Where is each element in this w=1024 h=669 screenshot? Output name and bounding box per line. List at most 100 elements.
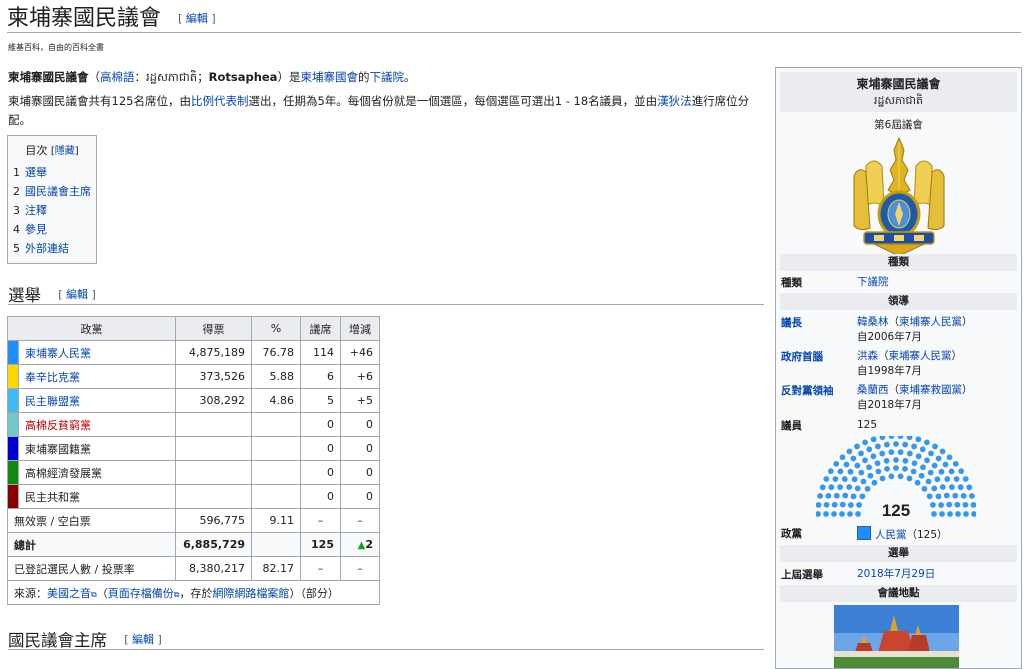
title-edit-section: [ 編輯 ] <box>178 12 216 25</box>
khmer-name: រដ្ឋសភាជាតិ <box>146 70 198 84</box>
party-cell: 高棉反貧窮黨 <box>18 412 176 437</box>
lower-house-link[interactable]: 下議院 <box>369 70 404 84</box>
registered-voters-row: 已登記選民人數 / 投票率 8,380,217 82.17 – – <box>7 556 380 581</box>
role-link[interactable]: 政府首腦 <box>781 349 823 364</box>
role-link[interactable]: 反對黨領袖 <box>781 383 834 398</box>
leader-link[interactable]: 桑蘭西 <box>857 384 889 396</box>
party-link[interactable]: 柬埔寨人民黨 <box>889 350 952 362</box>
seat-dot <box>867 472 874 479</box>
seat-dot <box>847 468 854 475</box>
seat-dot <box>888 436 895 440</box>
infobox-title: 柬埔寨國民議會 <box>856 77 941 91</box>
seat-dot <box>816 511 821 517</box>
title-divider <box>7 32 1021 33</box>
toc-link[interactable]: 國民議會主席 <box>25 185 91 198</box>
text: ）（部分） <box>289 586 339 600</box>
col-header-party: 政黨 <box>7 316 176 341</box>
seat-dot <box>923 439 930 446</box>
toc-item[interactable]: 2 國民議會主席 <box>13 182 96 201</box>
row-label: 已登記選民人數 / 投票率 <box>7 556 176 581</box>
party-link[interactable]: 柬埔寨人民黨 <box>25 347 91 360</box>
seat-dot <box>851 476 858 483</box>
change-cell: ▲2 <box>340 532 380 557</box>
seat-dot <box>948 484 955 490</box>
seat-dot <box>823 511 829 517</box>
last-election-link[interactable]: 2018年7月29日 <box>857 567 935 582</box>
toc-link[interactable]: 外部連結 <box>25 242 69 255</box>
seat-dot <box>833 492 840 499</box>
seat-dot <box>893 457 899 463</box>
voa-link[interactable]: 美國之音 <box>47 587 91 600</box>
seat-dot <box>930 502 936 508</box>
intro-paragraph-1: 柬埔寨國民議會（高棉語：រដ្ឋសភាជាតិ；Rotsaphea）是柬埔寨國會… <box>8 69 758 86</box>
leader-link[interactable]: 洪森 <box>857 350 878 362</box>
toc-number: 4 <box>13 223 20 236</box>
khmer-language-link[interactable]: 高棉語 <box>100 70 135 84</box>
edit-link[interactable]: 編輯 <box>66 288 88 301</box>
party-color-swatch <box>7 412 19 437</box>
toc-hide-link[interactable]: 隱藏 <box>55 146 75 157</box>
site-tagline: 維基百科，自由的百科全書 <box>8 43 104 52</box>
infobox-khmer-title: រដ្ឋសភាជាតិ <box>874 94 923 107</box>
seat-dot <box>935 455 942 462</box>
seat-dot <box>915 436 922 443</box>
party-color-swatch <box>7 340 19 365</box>
votes-cell: 373,526 <box>175 364 252 389</box>
toc-item[interactable]: 1 選舉 <box>13 163 96 182</box>
paren: （ <box>88 70 101 84</box>
toc-link[interactable]: 參見 <box>25 223 47 236</box>
seat-dot <box>948 468 955 475</box>
party-link-missing[interactable]: 高棉反貧窮黨 <box>25 419 91 432</box>
change-cell: 0 <box>340 412 380 437</box>
wayback-link[interactable]: 網際網路檔案館 <box>212 587 289 600</box>
proportional-representation-link[interactable]: 比例代表制 <box>191 94 249 108</box>
toc-item[interactable]: 4 參見 <box>13 220 96 239</box>
party-color-swatch <box>7 364 19 389</box>
dhondt-method-link[interactable]: 漢狄法 <box>657 94 692 108</box>
toc-number: 1 <box>13 166 20 179</box>
seat-dot <box>850 455 857 462</box>
toc-number: 2 <box>13 185 20 198</box>
parliament-link[interactable]: 柬埔寨國會 <box>300 70 358 84</box>
infobox-section-meeting-place: 會議地點 <box>780 585 1017 602</box>
party-link[interactable]: 民主聯盟黨 <box>25 395 80 408</box>
seat-dot <box>817 493 823 499</box>
seat-dot <box>888 473 895 480</box>
section-edit: [ 編輯 ] <box>58 288 96 301</box>
archive-link[interactable]: 頁面存檔備份 <box>108 587 174 600</box>
toc-item[interactable]: 3 注釋 <box>13 201 96 220</box>
leader-link[interactable]: 韓桑林 <box>857 316 889 328</box>
pct-cell: 9.11 <box>251 508 301 533</box>
article-subject: 柬埔寨國民議會 <box>8 70 89 84</box>
seat-dot <box>884 465 890 472</box>
seat-dot <box>946 501 953 508</box>
seat-dot <box>858 450 864 457</box>
edit-link[interactable]: 編輯 <box>186 12 208 25</box>
role-link[interactable]: 議長 <box>781 315 802 330</box>
seat-dot <box>918 472 925 479</box>
seat-dot <box>955 511 961 517</box>
change-value: 2 <box>365 538 373 551</box>
lower-house-link[interactable]: 下議院 <box>857 275 889 290</box>
party-link[interactable]: 柬埔寨救國黨 <box>899 384 962 396</box>
seat-dot <box>897 436 904 440</box>
toc-link[interactable]: 選舉 <box>25 166 47 179</box>
party-link[interactable]: 人民黨 <box>875 529 907 541</box>
seat-dot <box>932 443 938 450</box>
seat-dot <box>837 468 844 475</box>
toc-item[interactable]: 5 外部連結 <box>13 239 96 258</box>
party-link[interactable]: 柬埔寨人民黨 <box>899 316 962 328</box>
party-link[interactable]: 奉辛比克黨 <box>25 371 80 384</box>
seats-cell: 125 <box>300 532 341 557</box>
row-label: 無效票 / 空白票 <box>7 508 176 533</box>
seat-dot <box>939 484 946 490</box>
toc-heading: 目次 <box>25 144 48 157</box>
edit-link[interactable]: 編輯 <box>132 633 154 646</box>
seats-cell: – <box>300 556 341 581</box>
toc-link[interactable]: 注釋 <box>25 204 47 217</box>
seat-dot <box>854 443 860 450</box>
members-count: 125 <box>857 419 878 431</box>
seat-dot <box>854 462 861 469</box>
seat-dot <box>911 443 918 450</box>
title-row: 柬埔寨國民議會 [ 編輯 ] <box>7 0 216 32</box>
